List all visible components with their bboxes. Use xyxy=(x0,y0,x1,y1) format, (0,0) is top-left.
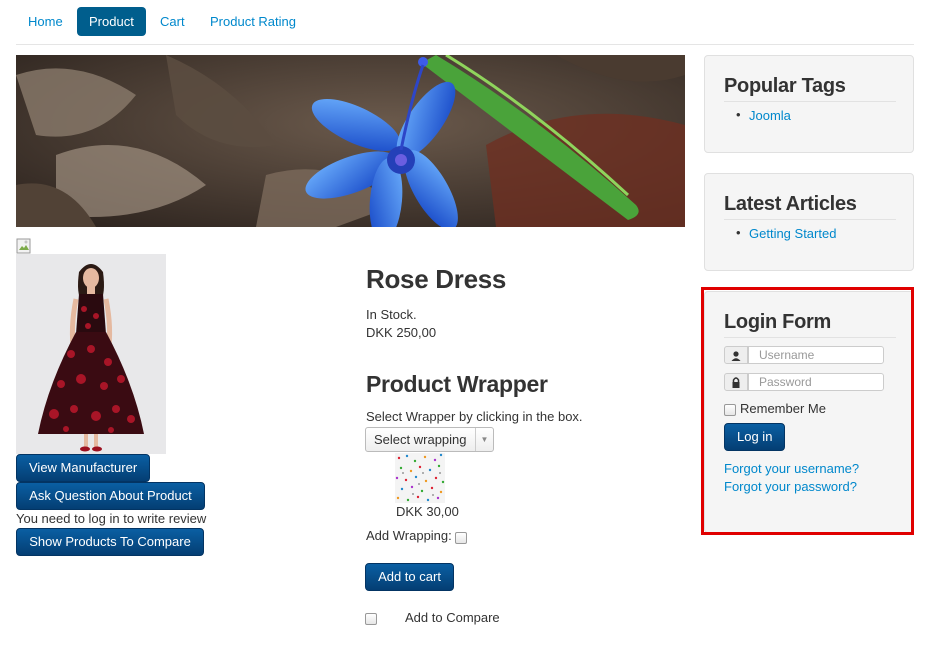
nav-item-product[interactable]: Product xyxy=(77,7,146,36)
broken-image-icon xyxy=(16,238,31,254)
wrapping-select[interactable]: Select wrapping ▼ xyxy=(365,427,494,452)
divider xyxy=(724,219,896,220)
divider xyxy=(724,101,896,102)
add-wrapping-checkbox[interactable] xyxy=(455,532,467,544)
banner-image xyxy=(16,55,685,227)
chevron-down-icon: ▼ xyxy=(475,428,493,451)
nav-item-home[interactable]: Home xyxy=(16,7,75,36)
main-nav: Home Product Cart Product Rating xyxy=(16,7,914,45)
wrapper-instruction: Select Wrapper by clicking in the box. xyxy=(366,409,583,424)
wrapping-price: DKK 30,00 xyxy=(396,504,459,519)
add-to-compare-checkbox[interactable] xyxy=(365,613,377,625)
bullet-icon: • xyxy=(736,225,741,240)
login-highlight-frame xyxy=(701,287,914,535)
article-link-getting-started[interactable]: Getting Started xyxy=(749,226,836,241)
product-title: Rose Dress xyxy=(366,264,507,294)
tag-link-joomla[interactable]: Joomla xyxy=(749,108,791,123)
product-price: DKK 250,00 xyxy=(366,325,437,340)
wrapper-heading: Product Wrapper xyxy=(366,371,548,397)
latest-articles-title: Latest Articles xyxy=(724,193,857,215)
view-manufacturer-button[interactable]: View Manufacturer xyxy=(16,454,150,482)
stock-status: In Stock. xyxy=(366,307,417,322)
wrapping-select-value: Select wrapping xyxy=(374,432,467,447)
add-to-compare-label: Add to Compare xyxy=(405,610,500,625)
nav-item-product-rating[interactable]: Product Rating xyxy=(198,7,308,36)
bullet-icon: • xyxy=(736,107,741,122)
popular-tags-module: Popular Tags • Joomla xyxy=(704,55,914,153)
show-compare-button[interactable]: Show Products To Compare xyxy=(16,528,204,556)
latest-articles-module: Latest Articles • Getting Started xyxy=(704,173,914,271)
ask-question-button[interactable]: Ask Question About Product xyxy=(16,482,205,510)
popular-tags-title: Popular Tags xyxy=(724,75,846,97)
add-wrapping-label: Add Wrapping: xyxy=(366,528,452,543)
add-to-cart-button[interactable]: Add to cart xyxy=(365,563,454,591)
review-login-notice: You need to log in to write review xyxy=(16,511,207,526)
product-image xyxy=(16,254,166,454)
nav-item-cart[interactable]: Cart xyxy=(148,7,197,36)
wrapping-swatch-image[interactable] xyxy=(395,453,445,503)
